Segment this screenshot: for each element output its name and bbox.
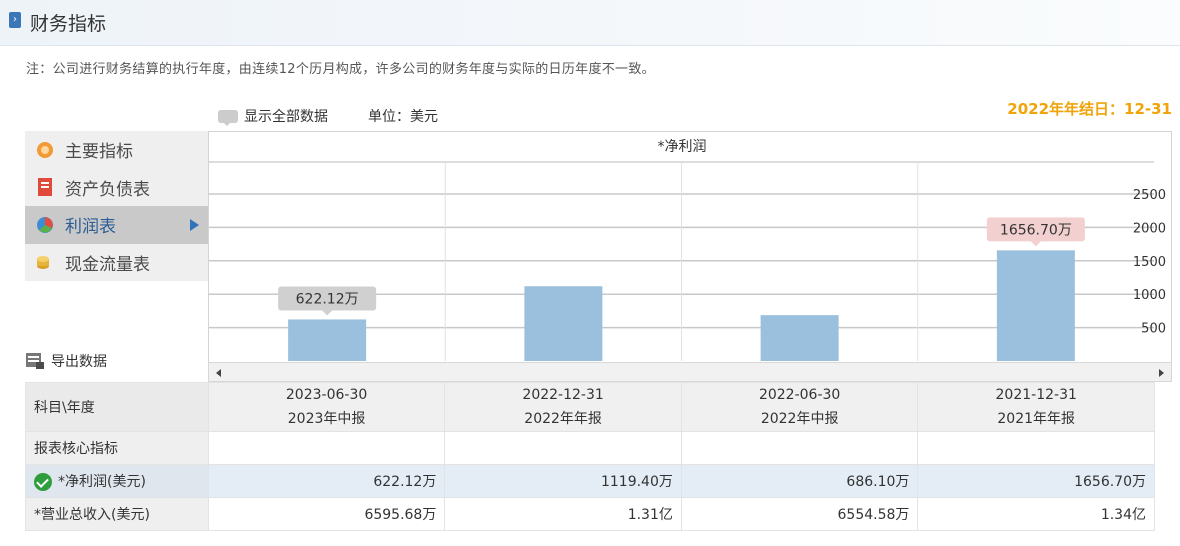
column-header[interactable]: 2023-06-30 2023年中报 <box>207 382 446 432</box>
table-cell: 1.34亿 <box>917 497 1155 531</box>
net-profit-chart: *净利润 500 1000 1500 2000 2500 622.12万 1656.70万 <box>208 131 1172 363</box>
table-cell: 6595.68万 <box>207 497 446 531</box>
empty-cell <box>680 431 919 465</box>
fiscal-year-note: 注：公司进行财务结算的执行年度，由连续12个历月构成，许多公司的财务年度与实际的… <box>26 62 655 77</box>
data-label: 622.12万 <box>296 291 359 307</box>
year-end-label: 2022年年结日：12-31 <box>1007 100 1172 118</box>
show-all-data-toggle[interactable]: 显示全部数据 <box>218 106 328 126</box>
column-date: 2021-12-31 <box>995 387 1077 403</box>
row-label: *净利润(美元) <box>58 474 146 490</box>
empty-cell <box>207 431 446 465</box>
page-title: 财务指标 <box>30 13 107 35</box>
arrow-right-icon <box>190 219 199 231</box>
menu-item-label: 利润表 <box>65 217 116 238</box>
column-report: 2021年年报 <box>997 411 1076 427</box>
y-tick-label: 1500 <box>1133 255 1166 270</box>
coins-icon <box>35 252 55 272</box>
y-tick-label: 1000 <box>1133 288 1166 303</box>
section-row: 报表核心指标 <box>25 431 1155 465</box>
column-date: 2022-06-30 <box>758 387 841 403</box>
pie-chart-icon <box>35 215 55 235</box>
chart-scrollbar[interactable] <box>208 362 1172 382</box>
table-row[interactable]: *净利润(美元) 622.12万 1119.40万 686.10万 1656.7… <box>25 464 1155 498</box>
header-label: 科目\年度 <box>25 382 209 432</box>
column-date: 2022-12-31 <box>522 387 604 403</box>
column-header[interactable]: 2022-12-31 2022年年报 <box>444 382 682 432</box>
speech-bubble-icon <box>218 109 238 126</box>
table-row[interactable]: *营业总收入(美元) 6595.68万 1.31亿 6554.58万 1.34亿 <box>25 497 1155 531</box>
table-cell: 622.12万 <box>207 464 446 498</box>
empty-cell <box>917 431 1155 465</box>
menu-item-income-statement[interactable]: 利润表 <box>25 206 208 244</box>
data-label-pointer <box>1030 241 1041 247</box>
menu-item-label: 资产负债表 <box>65 179 150 200</box>
bar <box>524 286 603 361</box>
bar <box>760 315 839 361</box>
table-cell: 1119.40万 <box>444 464 682 498</box>
check-icon <box>34 473 52 491</box>
y-tick-label: 500 <box>1141 322 1166 337</box>
scroll-right-icon[interactable] <box>1159 369 1164 377</box>
show-all-label: 显示全部数据 <box>244 109 328 125</box>
export-icon <box>26 353 44 369</box>
y-tick-label: 2000 <box>1133 221 1166 236</box>
column-report: 2023年中报 <box>287 411 366 427</box>
menu-item-cash-flow[interactable]: 现金流量表 <box>25 244 208 282</box>
table-cell: 1656.70万 <box>917 464 1155 498</box>
table-cell: 6554.58万 <box>680 497 919 531</box>
row-label-cell: *净利润(美元) <box>25 464 209 498</box>
chart-svg: *净利润 500 1000 1500 2000 2500 622.12万 1656.70万 <box>209 139 1166 361</box>
column-header[interactable]: 2021-12-31 2021年年报 <box>917 382 1155 432</box>
menu-item-main-indicators[interactable]: 主要指标 <box>25 131 208 169</box>
chart-title: *净利润 <box>658 139 707 155</box>
financial-table: 科目\年度 2023-06-30 2023年中报 2022-12-31 2022年年… <box>25 382 1155 531</box>
export-data-button[interactable]: 导出数据 <box>25 351 107 371</box>
section-label: 报表核心指标 <box>25 431 209 465</box>
table-header-row: 科目\年度 2023-06-30 2023年中报 2022-12-31 2022年年… <box>25 382 1155 432</box>
export-label: 导出数据 <box>51 354 107 370</box>
gear-flower-icon <box>35 140 55 160</box>
menu-item-label: 现金流量表 <box>65 254 150 275</box>
table-cell: 1.31亿 <box>444 497 682 531</box>
section-header: › 财务指标 <box>0 0 1180 46</box>
column-date: 2023-06-30 <box>285 387 368 403</box>
y-tick-label: 2500 <box>1133 188 1166 203</box>
chevron-right-icon[interactable]: › <box>9 12 21 28</box>
bar <box>288 319 367 361</box>
column-report: 2022年年报 <box>524 411 602 427</box>
column-header[interactable]: 2022-06-30 2022年中报 <box>680 382 919 432</box>
menu-item-label: 主要指标 <box>65 142 133 163</box>
document-icon <box>35 177 55 197</box>
scroll-left-icon[interactable] <box>216 369 221 377</box>
menu-item-balance-sheet[interactable]: 资产负债表 <box>25 169 208 207</box>
unit-label: 单位：美元 <box>368 109 438 125</box>
statement-menu: 主要指标 资产负债表 利润表 现金流量表 <box>25 131 208 281</box>
data-label: 1656.70万 <box>1000 222 1072 238</box>
data-label-pointer <box>322 310 333 316</box>
bar <box>996 250 1075 361</box>
row-label: *营业总收入(美元) <box>25 497 209 531</box>
empty-cell <box>444 431 682 465</box>
table-cell: 686.10万 <box>680 464 919 498</box>
column-report: 2022年中报 <box>760 411 839 427</box>
